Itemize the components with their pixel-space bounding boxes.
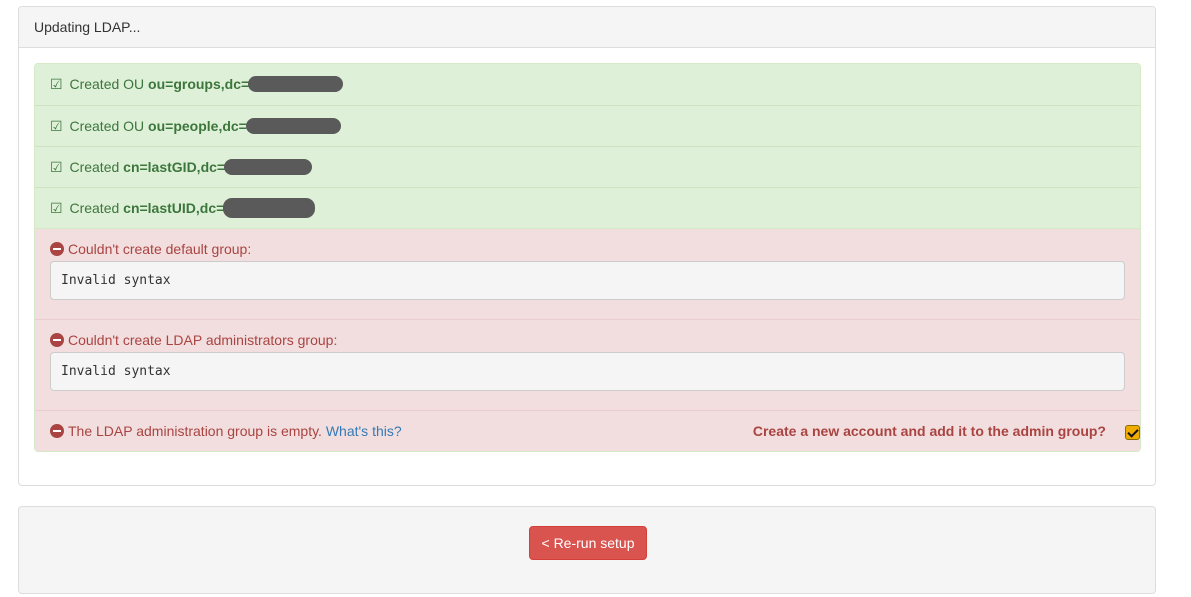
warning-message: The LDAP administration group is empty. xyxy=(68,423,322,439)
created-prefix: Created xyxy=(69,159,120,175)
created-prefix: Created OU xyxy=(69,118,145,134)
checkbox-checked-icon: ☑ xyxy=(50,76,63,92)
list-item-error-default-group: Couldn't create default group: Invalid s… xyxy=(35,228,1140,319)
no-entry-icon xyxy=(50,424,64,438)
redacted-domain xyxy=(248,76,344,93)
error-message: Couldn't create LDAP administrators grou… xyxy=(68,332,338,348)
no-entry-icon xyxy=(50,242,64,256)
checkbox-checked-icon: ☑ xyxy=(50,200,63,216)
no-entry-icon xyxy=(50,333,64,347)
error-detail: Invalid syntax xyxy=(50,352,1125,391)
panel-title: Updating LDAP... xyxy=(19,7,1155,48)
whats-this-link[interactable]: What's this? xyxy=(326,423,402,439)
redacted-domain xyxy=(223,198,316,219)
created-dn: ou=groups,dc= xyxy=(148,76,250,92)
error-detail: Invalid syntax xyxy=(50,261,1125,300)
list-item-created-lastuid: ☑ Created cn=lastUID,dc= xyxy=(35,187,1140,228)
created-dn: ou=people,dc= xyxy=(148,118,247,134)
checkbox-checked-icon: ☑ xyxy=(50,159,63,175)
create-admin-account-label: Create a new account and add it to the a… xyxy=(752,423,1106,439)
list-item-created-people: ☑ Created OU ou=people,dc= xyxy=(35,105,1140,146)
created-dn: cn=lastGID,dc= xyxy=(123,159,226,175)
created-prefix: Created OU xyxy=(69,76,145,92)
results-list: ☑ Created OU ou=groups,dc= ☑ Created OU … xyxy=(34,63,1141,452)
list-item-created-groups: ☑ Created OU ou=groups,dc= xyxy=(35,64,1140,105)
list-item-admin-group-empty: The LDAP administration group is empty. … xyxy=(35,410,1140,451)
list-item-created-lastgid: ☑ Created cn=lastGID,dc= xyxy=(35,146,1140,187)
redacted-domain xyxy=(224,159,313,176)
ldap-update-panel: Updating LDAP... ☑ Created OU ou=groups,… xyxy=(18,6,1156,486)
rerun-setup-button[interactable]: < Re-run setup xyxy=(529,526,647,560)
create-admin-account-checkbox[interactable] xyxy=(1125,425,1140,440)
created-dn: cn=lastUID,dc= xyxy=(123,200,225,216)
created-prefix: Created xyxy=(69,200,120,216)
error-message: Couldn't create default group: xyxy=(68,241,252,257)
redacted-domain xyxy=(245,118,341,135)
footer-panel: < Re-run setup xyxy=(18,506,1156,594)
list-item-error-admin-group: Couldn't create LDAP administrators grou… xyxy=(35,319,1140,410)
checkbox-checked-icon: ☑ xyxy=(50,118,63,134)
